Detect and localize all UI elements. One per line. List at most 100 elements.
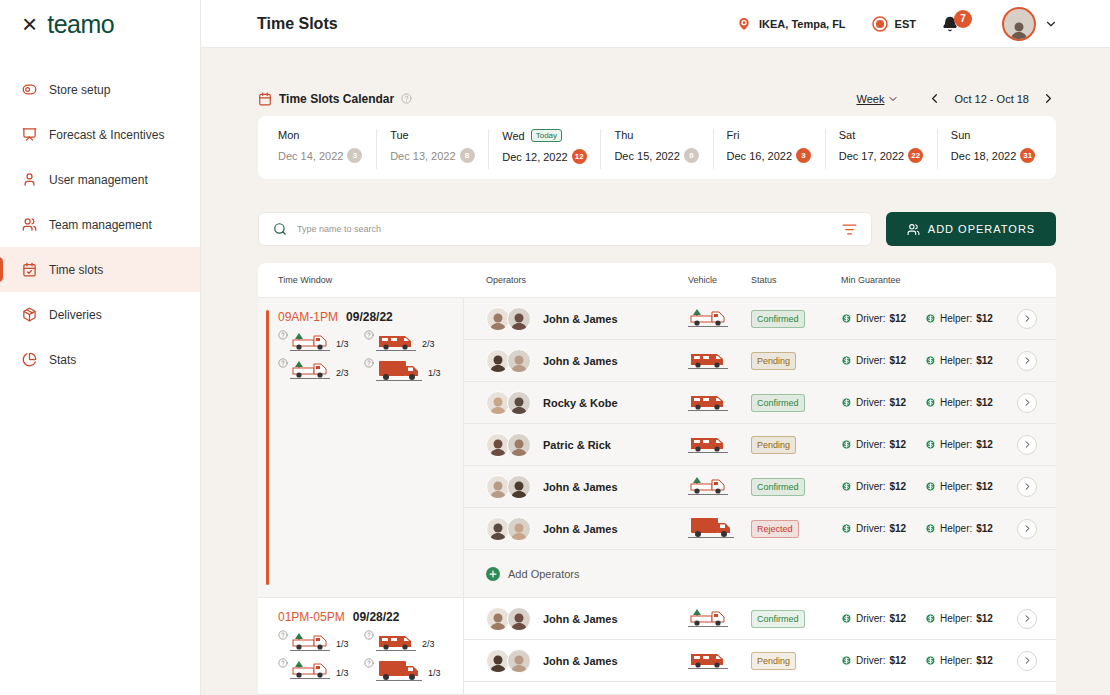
help-icon[interactable] [278, 658, 288, 668]
box-truck-icon [376, 658, 422, 682]
avatar-pair [486, 649, 531, 673]
dollar-icon [925, 655, 936, 666]
dollar-icon [841, 613, 852, 624]
vehicle-cell [688, 306, 751, 332]
add-operators-button[interactable]: ADD OPERATORS [886, 212, 1056, 246]
help-icon[interactable] [364, 358, 374, 368]
operator-row[interactable]: John & JamesConfirmedDriver:$12Helper:$1… [464, 466, 1056, 508]
day-date: Dec 15, 2022 [614, 150, 679, 162]
operators-cell: John & James [486, 307, 688, 331]
search-field[interactable] [258, 212, 872, 246]
timezone-selector[interactable]: EST [872, 16, 916, 32]
operator-row[interactable]: John & JamesConfirmedDriver:$12Helper:$1… [464, 298, 1056, 340]
previous-week-button[interactable] [927, 91, 942, 106]
sidebar-item[interactable]: Forecast & Incentives [0, 112, 200, 157]
time-window-group[interactable]: 09AM-1PM09/28/221/32/32/31/3John & James… [258, 298, 1056, 598]
timezone-icon [872, 16, 888, 32]
row-details-button[interactable] [1017, 393, 1037, 413]
day-tab[interactable]: MonDec 14, 20223 [265, 129, 376, 169]
help-icon[interactable] [364, 330, 374, 340]
help-icon[interactable] [278, 630, 288, 640]
location-selector[interactable]: IKEA, Tempa, FL [736, 16, 846, 32]
row-details-button[interactable] [1017, 609, 1037, 629]
row-details-button[interactable] [1017, 351, 1037, 371]
operator-row[interactable]: Patric & RickPendingDriver:$12Helper:$12 [464, 424, 1056, 466]
help-icon[interactable] [278, 358, 288, 368]
driver-guarantee: Driver:$12 [841, 397, 925, 408]
person-icon [488, 478, 508, 498]
help-icon[interactable] [278, 330, 288, 340]
operator-row[interactable]: John & JamesRejectedDriver:$12Helper:$12 [464, 508, 1056, 550]
sidebar-item[interactable]: Deliveries [0, 292, 200, 337]
day-tab[interactable]: SatDec 17, 202222 [825, 129, 937, 169]
vehicle-cell [688, 606, 751, 632]
row-details-button[interactable] [1017, 477, 1037, 497]
help-icon[interactable] [401, 93, 412, 104]
day-tab[interactable]: FriDec 16, 20223 [713, 129, 825, 169]
dollar-icon [841, 313, 852, 324]
operator-row[interactable]: Rocky & KobeConfirmedDriver:$12Helper:$1… [464, 382, 1056, 424]
row-details-button[interactable] [1017, 309, 1037, 329]
status-badge: Rejected [751, 520, 799, 538]
capacity-count: 1/3 [428, 362, 441, 378]
sidebar-item[interactable]: Team management [0, 202, 200, 247]
day-name: Thu [614, 129, 712, 141]
add-operators-link[interactable]: Add Operators [464, 550, 1056, 597]
operator-avatar [507, 349, 531, 373]
help-icon[interactable] [364, 630, 374, 640]
operator-avatar [507, 649, 531, 673]
toggle-icon [22, 82, 37, 97]
day-name: Tue [390, 129, 488, 141]
person-icon [488, 436, 508, 456]
sidebar-item[interactable]: Store setup [0, 67, 200, 112]
avatar-pair [486, 307, 531, 331]
person-icon [488, 310, 508, 330]
help-icon[interactable] [364, 658, 374, 668]
presentation-icon [22, 127, 37, 142]
operator-avatar [507, 391, 531, 415]
operator-avatar [507, 307, 531, 331]
row-details-button[interactable] [1017, 519, 1037, 539]
sidebar: ×teamoStore setupForecast & IncentivesUs… [0, 0, 201, 695]
operators-cell: Patric & Rick [486, 433, 688, 457]
operator-row[interactable]: John & JamesPendingDriver:$12Helper:$12 [464, 640, 1056, 682]
slot-count-badge: 22 [908, 148, 923, 163]
box-truck-icon [376, 358, 422, 382]
sidebar-item[interactable]: Stats [0, 337, 200, 382]
sidebar-item[interactable]: Time slots [0, 247, 200, 292]
time-window-group[interactable]: 01PM-05PM09/28/221/32/31/31/3John & Jame… [258, 598, 1056, 695]
date-range: Oct 12 - Oct 18 [954, 93, 1029, 105]
day-date: Dec 14, 2022 [278, 150, 343, 162]
next-week-button[interactable] [1041, 91, 1056, 106]
content: Time Slots CalendarWeekOct 12 - Oct 18Mo… [201, 48, 1110, 695]
day-tab[interactable]: WedTodayDec 12, 202212 [488, 129, 600, 169]
column-header: Status [751, 275, 841, 285]
view-select[interactable]: Week [856, 93, 899, 105]
filter-icon[interactable] [842, 222, 857, 237]
search-input[interactable] [295, 223, 834, 235]
operator-row[interactable]: John & JamesConfirmedDriver:$12Helper:$1… [464, 598, 1056, 640]
close-button[interactable]: × [22, 11, 37, 37]
sidebar-item[interactable]: User management [0, 157, 200, 202]
day-tab[interactable]: ThuDec 15, 20220 [600, 129, 712, 169]
dollar-icon [925, 439, 936, 450]
today-tag: Today [531, 129, 562, 142]
day-date: Dec 17, 2022 [839, 150, 904, 162]
day-name: Fri [727, 129, 825, 141]
operator-row[interactable]: John & JamesPendingDriver:$12Helper:$12 [464, 340, 1056, 382]
profile-avatar [1002, 7, 1036, 41]
pie-chart-icon [22, 352, 37, 367]
box-truck-icon [688, 515, 734, 539]
day-tab[interactable]: TueDec 13, 20228 [376, 129, 488, 169]
capacity-count: 2/3 [422, 633, 435, 649]
notifications-button[interactable]: 7 [942, 16, 976, 32]
profile-menu[interactable] [1002, 7, 1058, 41]
helper-guarantee: Helper:$12 [925, 355, 1017, 366]
capacity-item: 2/3 [364, 330, 450, 352]
table-header: Time WindowOperatorsVehicleStatusMin Gua… [258, 263, 1056, 298]
status-badge: Confirmed [751, 478, 805, 496]
operators-cell: John & James [486, 475, 688, 499]
row-details-button[interactable] [1017, 651, 1037, 671]
row-details-button[interactable] [1017, 435, 1037, 455]
day-tab[interactable]: SunDec 18, 202231 [937, 129, 1049, 169]
